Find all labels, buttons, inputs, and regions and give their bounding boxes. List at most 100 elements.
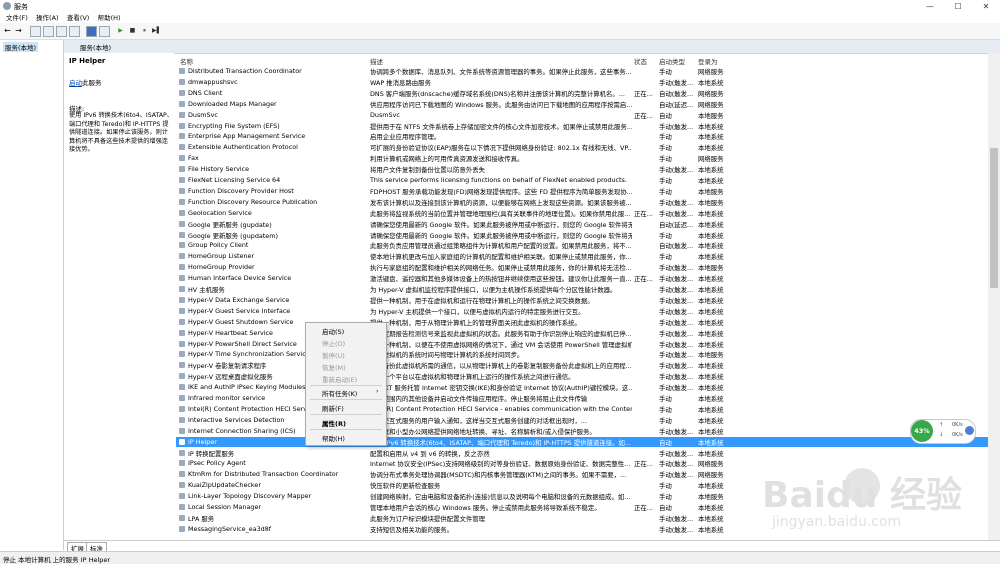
table-row[interactable]: Enterprise App Management Service 启用企业应用程… <box>176 131 988 142</box>
export-list-icon[interactable] <box>69 26 80 37</box>
cell-startup: 手动(触发... <box>659 166 694 175</box>
menu-item-help[interactable]: 帮助(H) <box>322 433 345 443</box>
tree-node-services-local[interactable]: 服务(本地) <box>3 42 39 52</box>
cell-logon: 网络服务 <box>698 68 724 76</box>
scrollbar-thumb[interactable] <box>990 148 998 288</box>
cell-startup: 手动 <box>659 144 672 153</box>
menu-item-start[interactable]: 启动(S) <box>322 326 344 336</box>
table-row[interactable]: Hyper-V PowerShell Direct Service 提供一种机制，… <box>176 339 988 350</box>
table-row[interactable]: Geolocation Service 此服务将监视系统的当前位置并管理地理围栏(… <box>176 208 988 219</box>
properties-icon[interactable] <box>99 26 110 37</box>
cell-logon: 本地系统 <box>698 373 724 382</box>
column-header-name[interactable]: 名称 <box>180 56 193 66</box>
accelerator-ball-icon <box>965 426 974 435</box>
cell-startup: 手动(触发... <box>659 286 694 294</box>
show-console-tree-icon[interactable] <box>30 26 41 37</box>
table-row[interactable]: Hyper-V 远程桌面虚拟化服务 提供一个平台以在虚拟机和物理计算机上运行的操作… <box>176 371 988 382</box>
table-row[interactable]: IP Helper 使用 IPv6 转换技术(6to4、ISATAP、端口代理和 … <box>176 436 988 448</box>
stop-service-icon[interactable]: ■ <box>128 26 137 35</box>
table-row[interactable]: IKE and AuthIP IPsec Keying Modules IKEEX… <box>176 382 988 393</box>
cell-desc: 请确保您使用最新的 Google 软件。如果此服务被停用或中断运行，则您的 Go… <box>370 231 632 240</box>
minimize-button[interactable]: — <box>916 0 944 13</box>
cell-startup: 手动 <box>659 155 672 164</box>
menu-item-resume[interactable]: 恢复(M) <box>322 362 346 372</box>
table-row[interactable]: Hyper-V Guest Shutdown Service 提供一种机制，用于从… <box>176 317 988 328</box>
menu-item-pause[interactable]: 暂停(U) <box>322 350 345 360</box>
table-row[interactable]: Hyper-V Heartbeat Service 通过定期报告检测信号来监视此虚… <box>176 328 988 339</box>
menu-action[interactable]: 操作(A) <box>36 13 59 23</box>
table-row[interactable]: Hyper-V Guest Service Interface 为 Hyper-V… <box>176 306 988 317</box>
table-row[interactable]: Hyper-V Data Exchange Service 提供一种机制，用于在虚… <box>176 295 988 306</box>
cell-desc: 提供一种机制，用于在虚拟机和运行在物理计算机上的操作系统之间交换数据。 <box>370 296 594 305</box>
menu-item-stop[interactable]: 停止(O) <box>322 338 345 348</box>
table-row[interactable]: Hyper-V 卷影复制请求程序 协调备份此虚拟机所需的通信，以从物理计算机上的卷… <box>176 360 988 371</box>
service-gear-icon <box>179 296 185 303</box>
back-arrow-icon[interactable]: ← <box>3 26 12 35</box>
close-button[interactable]: ✕ <box>972 0 1000 13</box>
table-row[interactable]: Google 更新服务 (gupdate) 请确保您使用最新的 Google 软件… <box>176 219 988 230</box>
cell-desc: 创建网络映射，它由电脑和设备拓扑(连接)信息以及说明每个电脑和设备的元数据组成。… <box>370 493 631 502</box>
table-row[interactable]: Group Policy Client 此服务负责应用管理员通过组策略组件为计算机… <box>176 240 988 251</box>
start-service-link[interactable]: 启动 <box>69 79 82 87</box>
table-row[interactable]: Fax 利用计算机或网络上的可用传真资源发送和接收传真。 手动 网络服务 <box>176 153 988 164</box>
menu-item-refresh[interactable]: 刷新(F) <box>322 403 344 413</box>
table-row[interactable]: Distributed Transaction Coordinator 协调跨多个… <box>176 66 988 77</box>
table-row[interactable]: IP 转换配置服务 配置和启用从 v4 到 v6 的转换，反之亦然 手动(触发...… <box>176 448 988 459</box>
table-row[interactable]: HV 主机服务 为 Hyper-V 虚拟机监控程序提供接口，以便为主机操作系统提供… <box>176 284 988 295</box>
selected-service-title: IP Helper <box>69 57 106 65</box>
cell-name: Fax <box>188 154 199 163</box>
cell-startup: 手动(触发... <box>659 514 694 523</box>
network-speed-widget[interactable]: 43% ↑ ↓ 0K/s 0K/s <box>910 419 976 444</box>
menu-item-restart[interactable]: 重新启动(E) <box>322 374 357 384</box>
table-row[interactable]: FlexNet Licensing Service 64 This service… <box>176 175 988 186</box>
description-pane: IP Helper 启动此服务 描述: 使用 IPv6 转换技术(6to4、IS… <box>64 53 174 540</box>
cell-name: HomeGroup Listener <box>188 252 255 261</box>
menu-help[interactable]: 帮助(H) <box>98 13 121 23</box>
table-row[interactable]: Interactive Services Detection 启用交互式服务的用户… <box>176 415 988 426</box>
maximize-button[interactable]: ☐ <box>944 0 972 13</box>
column-header-log-on-as[interactable]: 登录为 <box>698 56 718 66</box>
pause-service-icon[interactable]: ⏸ <box>140 26 149 35</box>
cell-startup: 手动 <box>659 482 672 491</box>
table-row[interactable]: Infrared monitor service 检测范围内的其他设备并启动文件传… <box>176 393 988 404</box>
table-row[interactable]: Encrypting File System (EFS) 提供用于在 NTFS 文… <box>176 121 988 132</box>
table-row[interactable]: DNS Client DNS 客户端服务(dnscache)缓存域名系统(DNS)… <box>176 88 988 99</box>
service-gear-icon <box>179 460 185 467</box>
table-row[interactable]: DusmSvc DusmSvc 正在... 自动 本地服务 <box>176 110 988 121</box>
list-view-icon[interactable] <box>43 26 54 37</box>
table-row[interactable]: Extensible Authentication Protocol 可扩展的身份… <box>176 142 988 153</box>
table-row[interactable]: Internet Connection Sharing (ICS) 为家庭和小型办… <box>176 426 988 437</box>
menu-file[interactable]: 文件(F) <box>6 13 28 23</box>
cell-desc: 提供一个平台以在虚拟机和物理计算机上运行的操作系统之间进行通信。 <box>370 373 575 382</box>
column-header-status[interactable]: 状态 <box>634 56 647 66</box>
column-header-startup-type[interactable]: 启动类型 <box>659 56 685 66</box>
cell-logon: 本地服务 <box>698 264 724 273</box>
cell-startup: 手动(触发... <box>659 209 694 218</box>
cell-desc: WAP 推消息路由服务 <box>370 78 431 87</box>
forward-arrow-icon[interactable]: → <box>14 26 23 35</box>
cell-name: IP 转换配置服务 <box>188 449 235 458</box>
table-row[interactable]: Intel(R) Content Protection HECI Service… <box>176 404 988 415</box>
table-row[interactable]: Function Discovery Resource Publication 发… <box>176 197 988 208</box>
column-header-description[interactable]: 描述 <box>370 56 383 66</box>
table-row[interactable]: Human Interface Device Service 激活键盘、遥控器和其… <box>176 273 988 284</box>
description-body: 使用 IPv6 转换技术(6to4、ISATAP、端口代理和 Teredo)和 … <box>69 112 173 153</box>
table-row[interactable]: dmwappushsvc WAP 推消息路由服务 手动(触发... 本地系统 <box>176 77 988 88</box>
table-row[interactable]: Hyper-V Time Synchronization Service 将此虚拟… <box>176 349 988 360</box>
table-row[interactable]: Downloaded Maps Manager 供应用程序访问已下载地图的 Win… <box>176 99 988 110</box>
restart-service-icon[interactable]: ▶▌ <box>152 26 161 35</box>
menu-item-properties[interactable]: 属性(R) <box>322 418 346 428</box>
cell-startup: 手动(触发... <box>659 449 694 458</box>
table-row[interactable]: HomeGroup Listener 使本地计算机更改与加入家庭组的计算机的配置和… <box>176 251 988 262</box>
table-row[interactable]: File History Service 将用户文件复制到备份位置以防意外丢失 手动… <box>176 164 988 175</box>
menu-view[interactable]: 查看(V) <box>67 13 90 23</box>
start-service-icon[interactable]: ▶ <box>116 26 125 35</box>
table-row[interactable]: HomeGroup Provider 执行与家庭组的配置和维护相关的网络任务。如果… <box>176 262 988 273</box>
table-row[interactable]: Google 更新服务 (gupdatem) 请确保您使用最新的 Google 软… <box>176 230 988 241</box>
refresh-icon[interactable] <box>56 26 67 37</box>
table-row[interactable]: Function Discovery Provider Host FDPHOST … <box>176 186 988 197</box>
cell-logon: 本地系统 <box>698 514 724 523</box>
help-icon[interactable] <box>86 26 97 37</box>
menu-item-all-tasks[interactable]: 所有任务(K) <box>322 388 357 398</box>
cell-startup: 手动(触发... <box>659 525 694 534</box>
